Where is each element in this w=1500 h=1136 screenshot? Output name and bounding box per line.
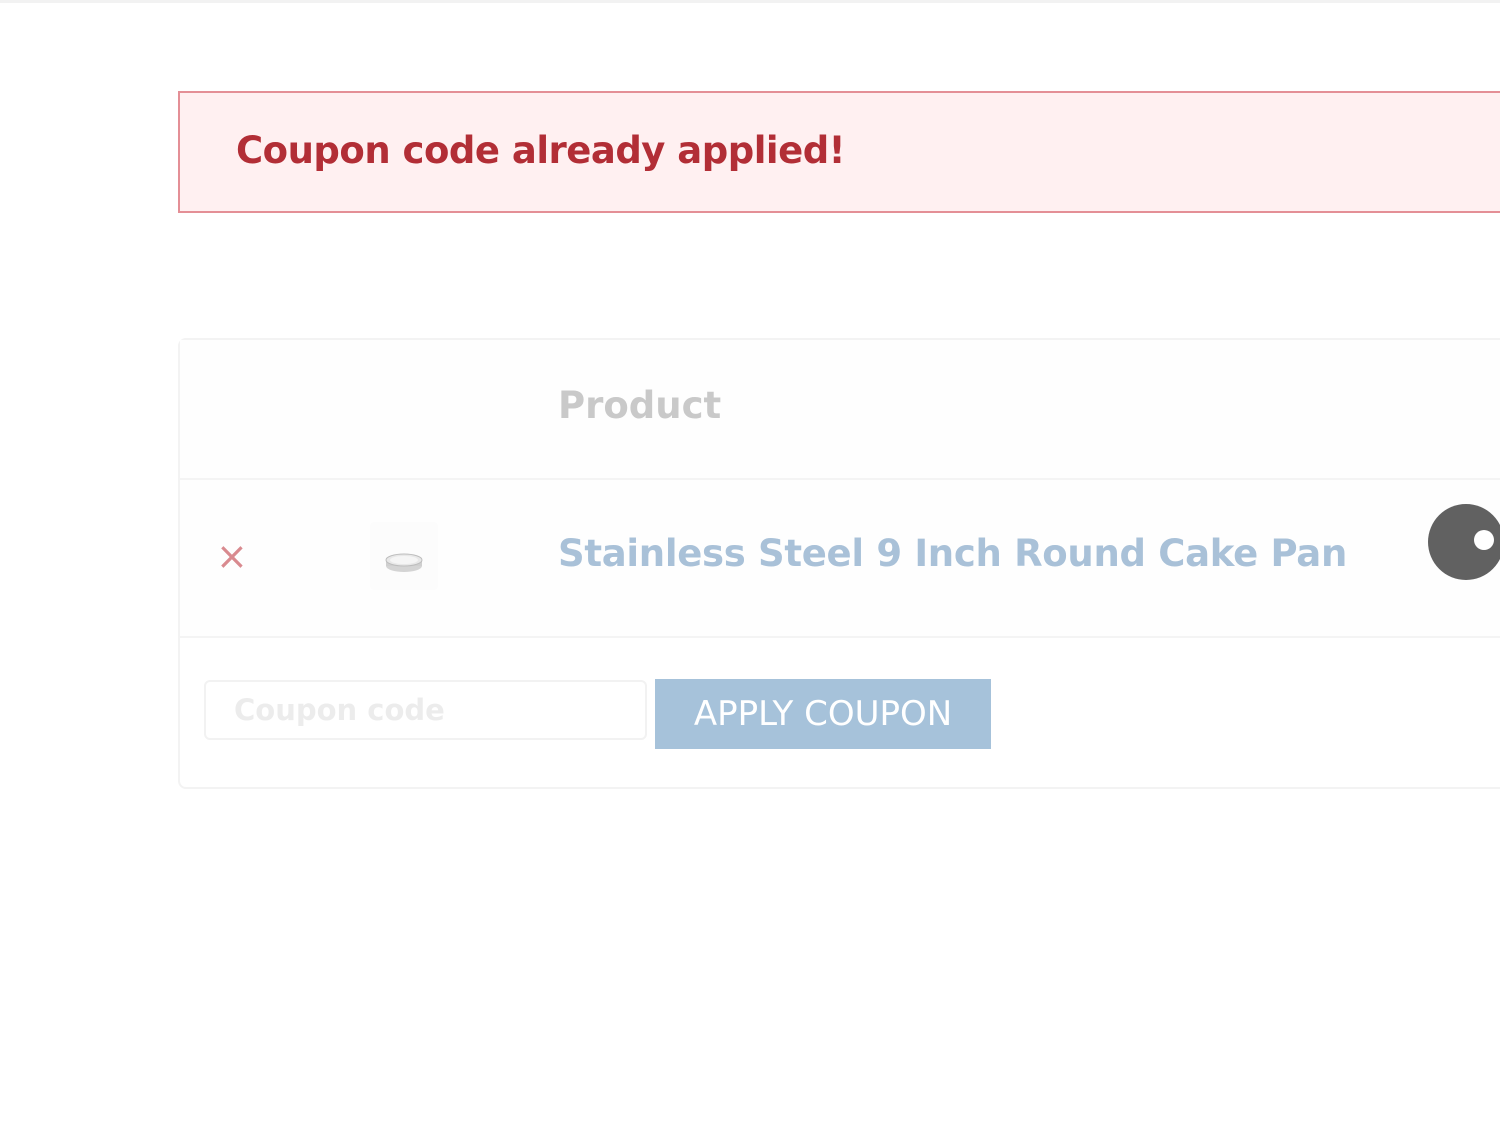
top-divider [0,0,1500,3]
cart-table: Product × Stainless Steel 9 Inch Round C… [178,338,1500,789]
close-icon[interactable]: × [216,537,248,575]
cake-pan-icon [385,553,423,572]
error-message: Coupon code already applied! [236,129,846,172]
cart-page: Coupon code already applied! Product × S… [0,0,1500,1136]
column-header-product: Product [558,384,722,427]
coupon-code-input[interactable] [204,680,647,740]
toggle-knob [1474,530,1494,550]
floating-toggle-icon[interactable] [1428,504,1500,580]
apply-coupon-button[interactable]: APPLY COUPON [655,679,991,749]
error-notice: Coupon code already applied! [178,91,1500,213]
cart-table-header: Product [180,340,1500,480]
cart-item-row: × Stainless Steel 9 Inch Round Cake Pan [180,480,1500,638]
product-name-link[interactable]: Stainless Steel 9 Inch Round Cake Pan [558,532,1347,575]
product-thumbnail[interactable] [370,522,438,590]
